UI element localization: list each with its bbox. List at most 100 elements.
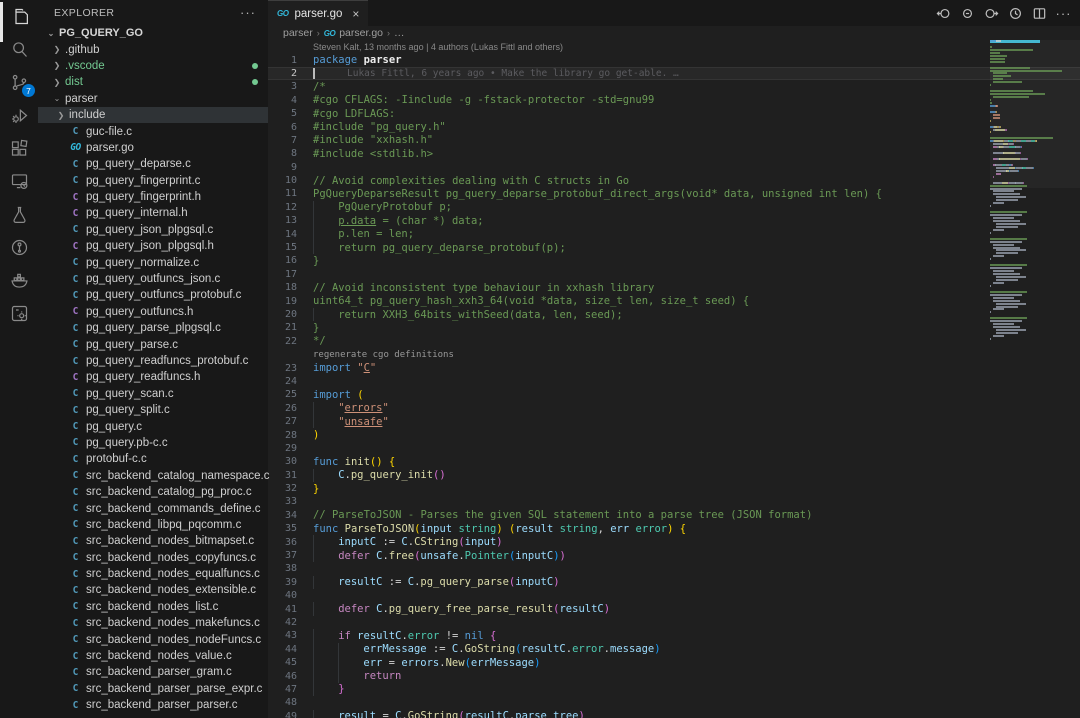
- line-number[interactable]: 42: [268, 617, 306, 628]
- code-line-content[interactable]: result = C.GoString(resultC.parse_tree): [306, 710, 1080, 718]
- line-number[interactable]: 19: [268, 296, 306, 307]
- code-line-content[interactable]: errMessage := C.GoString(resultC.error.m…: [306, 643, 1080, 656]
- line-number[interactable]: 37: [268, 550, 306, 561]
- line-number[interactable]: 12: [268, 202, 306, 213]
- line-number[interactable]: 49: [268, 711, 306, 718]
- docker-icon[interactable]: [0, 264, 38, 297]
- previous-change-icon[interactable]: [935, 5, 952, 22]
- folder-item-include[interactable]: ❯include: [38, 107, 268, 123]
- code-line-7[interactable]: 7#include "xxhash.h": [268, 134, 1080, 147]
- folder-item-dist[interactable]: ❯dist: [38, 74, 268, 90]
- code-line-content[interactable]: [306, 616, 1080, 629]
- file-item-pg-query-fingerprint-h[interactable]: Cpg_query_fingerprint.h: [38, 189, 268, 205]
- code-line-26[interactable]: 26"errors": [268, 402, 1080, 415]
- file-item-pg-query-parse-plpgsql-c[interactable]: Cpg_query_parse_plpgsql.c: [38, 320, 268, 336]
- file-item-src-backend-nodes-copyfuncs-c[interactable]: Csrc_backend_nodes_copyfuncs.c: [38, 550, 268, 566]
- line-number[interactable]: 25: [268, 389, 306, 400]
- code-line-content[interactable]: [306, 562, 1080, 575]
- explorer-icon[interactable]: [0, 0, 38, 33]
- line-number[interactable]: 17: [268, 269, 306, 280]
- file-item-src-backend-nodes-list-c[interactable]: Csrc_backend_nodes_list.c: [38, 599, 268, 615]
- code-line-38[interactable]: 38: [268, 562, 1080, 575]
- code-line-content[interactable]: defer C.free(unsafe.Pointer(inputC)): [306, 549, 1080, 562]
- breadcrumb-symbol-ellipsis[interactable]: …: [394, 27, 405, 39]
- breadcrumb[interactable]: parser › GO parser.go › …: [268, 26, 1080, 40]
- code-line-40[interactable]: 40: [268, 589, 1080, 602]
- code-line-35[interactable]: 35func ParseToJSON(input string) (result…: [268, 522, 1080, 535]
- code-line-48[interactable]: 48: [268, 696, 1080, 709]
- line-number[interactable]: 4: [268, 95, 306, 106]
- file-item-pg-query-outfuncs-json-c[interactable]: Cpg_query_outfuncs_json.c: [38, 271, 268, 287]
- extensions-icon[interactable]: [0, 132, 38, 165]
- code-line-content[interactable]: PgQueryProtobuf p;: [306, 201, 1080, 214]
- code-line-4[interactable]: 4#cgo CFLAGS: -Iinclude -g -fstack-prote…: [268, 94, 1080, 107]
- code-line-19[interactable]: 19uint64_t pg_query_hash_xxh3_64(void *d…: [268, 294, 1080, 307]
- line-number[interactable]: 39: [268, 577, 306, 588]
- file-item-pg-query-readfuncs-h[interactable]: Cpg_query_readfuncs.h: [38, 369, 268, 385]
- file-item-pg-query-outfuncs-protobuf-c[interactable]: Cpg_query_outfuncs_protobuf.c: [38, 287, 268, 303]
- line-number[interactable]: 27: [268, 416, 306, 427]
- line-number[interactable]: 15: [268, 242, 306, 253]
- next-change-icon[interactable]: [983, 5, 1000, 22]
- code-line-content[interactable]: #cgo LDFLAGS:: [306, 107, 1080, 120]
- code-line-content[interactable]: return pg_query_deparse_protobuf(p);: [306, 241, 1080, 254]
- file-item-pg-query-fingerprint-c[interactable]: Cpg_query_fingerprint.c: [38, 173, 268, 189]
- code-line-31[interactable]: 31C.pg_query_init(): [268, 469, 1080, 482]
- code-line-content[interactable]: [306, 161, 1080, 174]
- code-line-9[interactable]: 9: [268, 161, 1080, 174]
- file-item-protobuf-c-c[interactable]: Cprotobuf-c.c: [38, 451, 268, 467]
- code-line-content[interactable]: [306, 375, 1080, 388]
- line-number[interactable]: 21: [268, 322, 306, 333]
- code-line-1[interactable]: 1package parser: [268, 53, 1080, 66]
- code-line-content[interactable]: #include "pg_query.h": [306, 120, 1080, 133]
- search-icon[interactable]: [0, 33, 38, 66]
- code-line-content[interactable]: defer C.pg_query_free_parse_result(resul…: [306, 602, 1080, 615]
- file-item-src-backend-libpq-pqcomm-c[interactable]: Csrc_backend_libpq_pqcomm.c: [38, 517, 268, 533]
- line-number[interactable]: 22: [268, 336, 306, 347]
- line-number[interactable]: 8: [268, 148, 306, 159]
- code-line-17[interactable]: 17: [268, 268, 1080, 281]
- explorer-more-actions-icon[interactable]: ···: [240, 5, 256, 20]
- line-number[interactable]: 30: [268, 456, 306, 467]
- code-line-content[interactable]: p.len = len;: [306, 227, 1080, 240]
- line-number[interactable]: 20: [268, 309, 306, 320]
- minimap[interactable]: [990, 40, 1080, 718]
- file-item-src-backend-nodes-bitmapset-c[interactable]: Csrc_backend_nodes_bitmapset.c: [38, 533, 268, 549]
- line-number[interactable]: 33: [268, 496, 306, 507]
- code-line-content[interactable]: [306, 268, 1080, 281]
- code-line-content[interactable]: #cgo CFLAGS: -Iinclude -g -fstack-protec…: [306, 94, 1080, 107]
- line-number[interactable]: 9: [268, 162, 306, 173]
- code-line-content[interactable]: func ParseToJSON(input string) (result s…: [306, 522, 1080, 535]
- file-item-pg-query-c[interactable]: Cpg_query.c: [38, 418, 268, 434]
- line-number[interactable]: 2: [268, 68, 306, 79]
- file-item-src-backend-catalog-pg-proc-c[interactable]: Csrc_backend_catalog_pg_proc.c: [38, 484, 268, 500]
- file-item-pg-query-split-c[interactable]: Cpg_query_split.c: [38, 402, 268, 418]
- code-line-43[interactable]: 43if resultC.error != nil {: [268, 629, 1080, 642]
- folder-item--github[interactable]: ❯.github: [38, 41, 268, 57]
- code-line-18[interactable]: 18// Avoid inconsistent type behaviour i…: [268, 281, 1080, 294]
- line-number[interactable]: 26: [268, 403, 306, 414]
- code-line-content[interactable]: [306, 696, 1080, 709]
- file-item-src-backend-nodes-extensible-c[interactable]: Csrc_backend_nodes_extensible.c: [38, 582, 268, 598]
- code-line-27[interactable]: 27"unsafe": [268, 415, 1080, 428]
- line-number[interactable]: 10: [268, 175, 306, 186]
- blame-annotation-row[interactable]: Steven Kalt, 13 months ago | 4 authors (…: [268, 40, 1080, 53]
- file-item-pg-query-normalize-c[interactable]: Cpg_query_normalize.c: [38, 254, 268, 270]
- file-item-src-backend-nodes-makefuncs-c[interactable]: Csrc_backend_nodes_makefuncs.c: [38, 615, 268, 631]
- line-number[interactable]: 45: [268, 657, 306, 668]
- code-line-34[interactable]: 34// ParseToJSON - Parses the given SQL …: [268, 509, 1080, 522]
- file-item-pg-query-parse-c[interactable]: Cpg_query_parse.c: [38, 336, 268, 352]
- more-actions-icon[interactable]: ···: [1055, 5, 1072, 22]
- code-line-content[interactable]: import "C": [306, 361, 1080, 374]
- file-history-icon[interactable]: [1007, 5, 1024, 22]
- code-line-content[interactable]: [306, 442, 1080, 455]
- code-line-5[interactable]: 5#cgo LDFLAGS:: [268, 107, 1080, 120]
- code-line-content[interactable]: ): [306, 428, 1080, 441]
- line-number[interactable]: 29: [268, 443, 306, 454]
- code-line-16[interactable]: 16}: [268, 254, 1080, 267]
- line-number[interactable]: 43: [268, 630, 306, 641]
- code-line-content[interactable]: C.pg_query_init(): [306, 469, 1080, 482]
- line-number[interactable]: 7: [268, 135, 306, 146]
- code-line-content[interactable]: }: [306, 321, 1080, 334]
- folder-item-parser[interactable]: ⌄parser: [38, 91, 268, 107]
